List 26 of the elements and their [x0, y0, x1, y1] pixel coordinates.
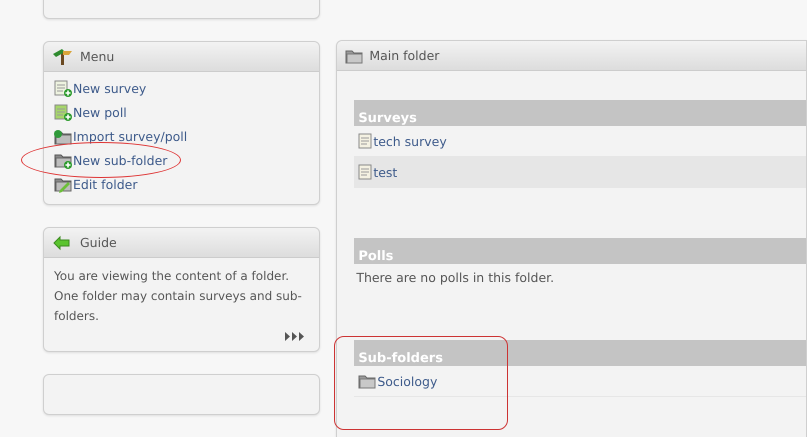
menu-link[interactable]: Edit folder [54, 172, 138, 196]
section-header: Sub-folders [354, 340, 806, 366]
section-header: Surveys [354, 100, 806, 126]
folder-pencil-icon [54, 176, 72, 192]
document-plus-icon [54, 104, 72, 120]
triple-arrow-icon[interactable] [285, 332, 306, 341]
menu-link[interactable]: New sub-folder [54, 148, 168, 172]
folder-icon [358, 373, 376, 389]
panel-title: Guide [80, 235, 117, 250]
empty-message: There are no polls in this folder. [355, 268, 556, 287]
document-icon [358, 164, 372, 180]
panel-title: Main folder [369, 48, 440, 63]
document-plus-icon [54, 80, 72, 96]
menu-link[interactable]: New poll [54, 100, 127, 124]
menu-link[interactable]: Import survey/poll [54, 124, 188, 148]
item-link[interactable]: Sociology [377, 374, 438, 388]
item-link[interactable]: test [373, 164, 398, 180]
folder-plus-icon [54, 152, 72, 168]
menu-link[interactable]: New survey [54, 76, 146, 100]
panel-title: Menu [80, 49, 114, 64]
item-link[interactable]: tech survey [373, 134, 447, 148]
folder-icon [345, 48, 364, 64]
signpost-icon [52, 48, 74, 65]
document-icon [358, 133, 372, 149]
guide-text: You are viewing the content of a folder. One folder may contain surveys and sub-folders. [54, 268, 303, 325]
section-header: Polls [354, 238, 806, 264]
